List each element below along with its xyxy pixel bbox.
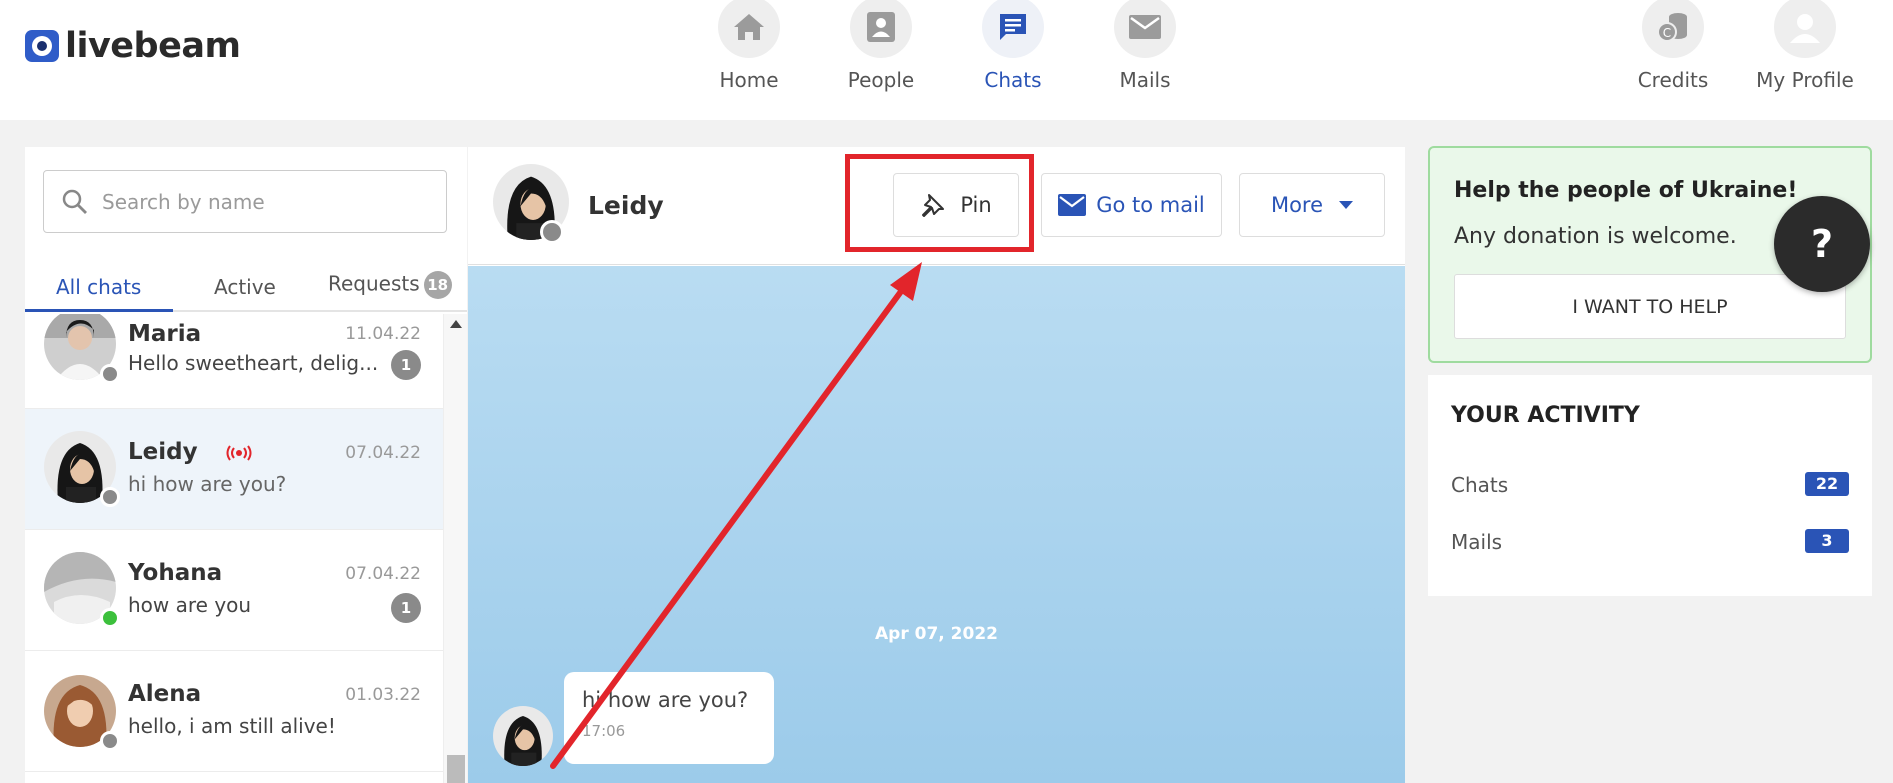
chats-icon [982, 0, 1044, 58]
chat-date: 11.04.22 [345, 324, 421, 344]
chat-date: 07.04.22 [345, 443, 421, 463]
unread-count-badge: 1 [391, 350, 421, 380]
chat-tabs: All chats Active Requests 18 [25, 267, 467, 312]
search-icon [62, 189, 87, 214]
nav-credits[interactable]: C Credits [1618, 0, 1728, 92]
status-offline-dot [100, 731, 120, 751]
status-offline-dot [540, 220, 564, 244]
chat-preview: hi how are you? [128, 472, 287, 496]
conversation-header: Leidy Pin Go to mail More [468, 147, 1405, 265]
nav-people[interactable]: People [826, 0, 936, 92]
message-time: 17:06 [582, 722, 626, 740]
status-offline-dot [100, 487, 120, 507]
mail-icon [1114, 0, 1176, 58]
activity-row-chats[interactable]: Chats 22 [1451, 472, 1849, 497]
conversation-name: Leidy [588, 191, 664, 220]
logo-mark-icon [25, 30, 59, 62]
nav-chats-label: Chats [984, 68, 1042, 92]
logo-text: livebeam [65, 26, 241, 66]
date-separator: Apr 07, 2022 [875, 624, 998, 644]
your-activity-card: YOUR ACTIVITY Chats 22 Mails 3 [1428, 375, 1872, 596]
activity-row-mails[interactable]: Mails 3 [1451, 529, 1849, 554]
conversation-panel: Leidy Pin Go to mail More Apr 07, 2022 h… [468, 147, 1405, 783]
chat-date: 07.04.22 [345, 564, 421, 584]
chat-name: Alena [128, 681, 202, 707]
search-input[interactable] [102, 189, 422, 214]
chat-list: Maria 11.04.22 Hello sweetheart, delig..… [25, 314, 443, 783]
tab-requests[interactable]: Requests 18 [328, 271, 452, 299]
activity-title: YOUR ACTIVITY [1451, 403, 1640, 428]
i-want-to-help-button[interactable]: I WANT TO HELP [1454, 274, 1846, 339]
chat-row-maria[interactable]: Maria 11.04.22 Hello sweetheart, delig..… [25, 314, 443, 409]
unread-count-badge: 1 [391, 593, 421, 623]
chevron-down-icon [1339, 201, 1354, 209]
livebeam-logo[interactable]: livebeam [25, 26, 241, 66]
nav-my-profile-label: My Profile [1756, 68, 1854, 92]
chat-name: Yohana [128, 560, 223, 586]
chat-name: Leidy [128, 439, 198, 465]
more-dropdown-button[interactable]: More [1239, 173, 1385, 237]
nav-chats[interactable]: Chats [958, 0, 1068, 92]
chat-row-leidy[interactable]: Leidy 07.04.22 hi how are you? [25, 409, 443, 530]
more-button-label: More [1270, 193, 1324, 217]
ukraine-subtitle: Any donation is welcome. [1454, 224, 1737, 249]
tab-all-chats-label: All chats [56, 275, 142, 299]
tab-all-chats[interactable]: All chats [56, 275, 141, 299]
chat-preview: hello, i am still alive! [128, 714, 336, 738]
nav-home-label: Home [719, 68, 779, 92]
message-bubble: hi how are you? 17:06 [564, 672, 774, 764]
search-box[interactable] [43, 170, 447, 233]
active-tab-indicator [25, 309, 173, 312]
scroll-up-arrow-icon[interactable] [450, 320, 462, 328]
status-online-dot [100, 608, 120, 628]
nav-home[interactable]: Home [694, 0, 804, 92]
people-icon [850, 0, 912, 58]
requests-count-badge: 18 [423, 271, 452, 299]
activity-count-badge: 3 [1805, 529, 1849, 553]
chat-preview: Hello sweetheart, delig... [128, 351, 378, 375]
chat-row-yohana[interactable]: Yohana 07.04.22 how are you 1 [25, 530, 443, 651]
chat-row-alena[interactable]: Alena 01.03.22 hello, i am still alive! [25, 651, 443, 772]
chat-preview: how are you [128, 593, 252, 617]
svg-text:C: C [1663, 26, 1671, 40]
activity-label: Mails [1451, 530, 1503, 554]
status-offline-dot [100, 364, 120, 384]
home-icon [718, 0, 780, 58]
tab-active-label: Active [214, 275, 276, 299]
activity-count-badge: 22 [1805, 472, 1849, 496]
mail-icon [1058, 194, 1087, 216]
nav-mails[interactable]: Mails [1090, 0, 1200, 92]
tab-requests-label: Requests [328, 271, 420, 296]
tab-active[interactable]: Active [214, 275, 276, 299]
top-header: livebeam Home People Chats Mails C Credi… [0, 0, 1893, 120]
message-sender-avatar[interactable] [493, 706, 553, 766]
chat-date: 01.03.22 [345, 685, 421, 705]
scroll-thumb[interactable] [447, 755, 465, 783]
nav-people-label: People [847, 68, 915, 92]
chat-list-scrollbar[interactable] [443, 314, 467, 783]
chat-name: Maria [128, 321, 202, 347]
nav-my-profile[interactable]: My Profile [1750, 0, 1860, 92]
go-to-mail-label: Go to mail [1096, 193, 1205, 217]
go-to-mail-button[interactable]: Go to mail [1041, 173, 1222, 237]
nav-credits-label: Credits [1637, 68, 1709, 92]
help-question-button[interactable]: ? [1774, 196, 1870, 292]
activity-label: Chats [1451, 473, 1509, 497]
credits-icon: C [1642, 0, 1704, 58]
profile-icon [1774, 0, 1836, 58]
annotation-highlight-box [845, 154, 1034, 252]
message-text: hi how are you? [582, 688, 749, 712]
nav-mails-label: Mails [1119, 68, 1171, 92]
ukraine-title: Help the people of Ukraine! [1454, 178, 1798, 203]
message-area: Apr 07, 2022 hi how are you? 17:06 [468, 266, 1405, 783]
live-broadcast-icon [226, 445, 252, 461]
chat-list-panel: All chats Active Requests18 Maria 11.04.… [25, 147, 467, 783]
